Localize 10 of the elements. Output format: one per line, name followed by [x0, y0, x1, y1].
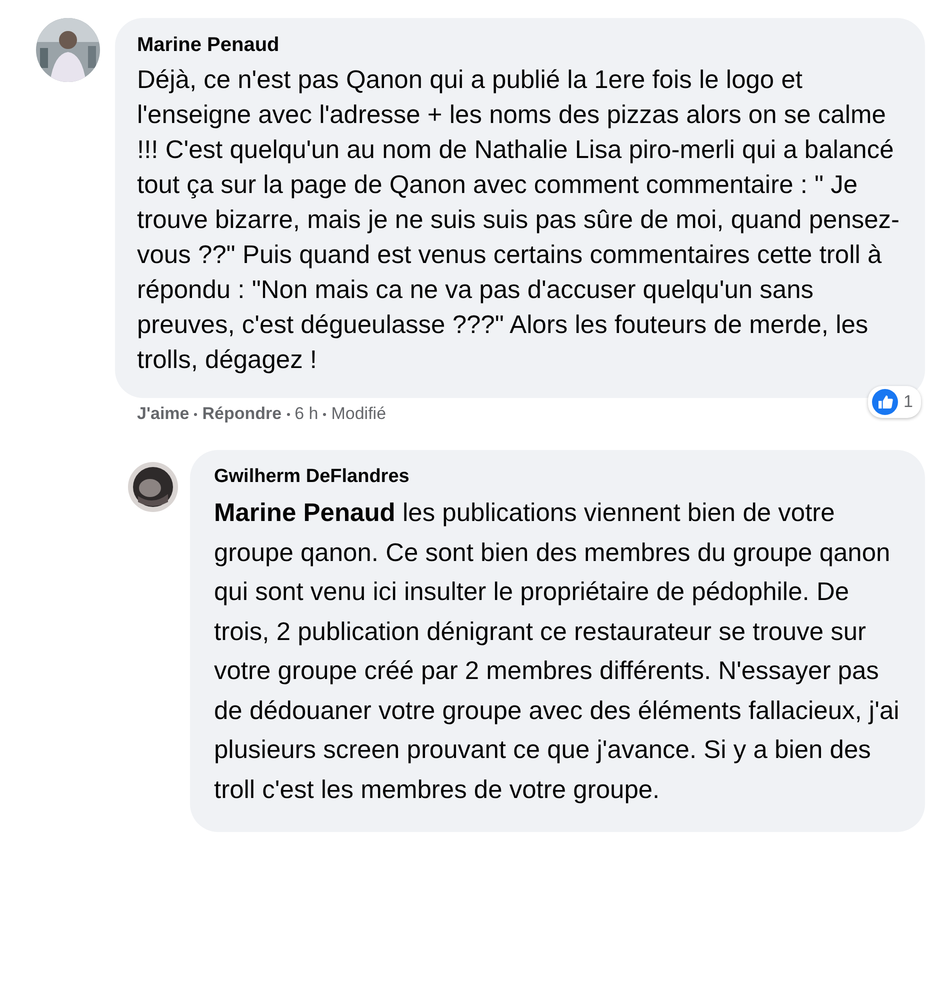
comment-text: Marine Penaud les publications viennent bien de votre groupe qanon. Ce sont bien des membres du groupe qanon qui sont venu ici insulter le propriétaire de pédophile. De trois, 2 publication dénigrant ce restaurateur se trouve sur votre groupe créé par 2 membres différents. N'essayer pas de dédouaner votre groupe avec des éléments fallacieux, j'ai plusieurs screen prouvant ce que j'avance. Si y a bien des troll c'est les membres de votre groupe.: [214, 498, 900, 806]
action-link[interactable]: Répondre: [202, 404, 282, 424]
action-link[interactable]: J'aime: [137, 404, 190, 424]
edited-label: Modifié: [331, 404, 386, 424]
reaction-badge[interactable]: 1: [868, 386, 921, 418]
like-icon: [872, 389, 898, 415]
comment-text: Déjà, ce n'est pas Qanon qui a publié la 1ere fois le logo et l'enseigne avec l'adresse + les noms des pizzas alors on se calme !!! C'est quelqu'un au nom de Nathalie Lisa piro-merli qui a balancé tout ça sur la page de Qanon avec comment commentaire : " Je trouve bizarre, mais je ne suis suis pas sûre de moi, quand pensez-vous ??" Puis quand est venus certains commentaires cette troll à répondu : "Non mais ca ne va pas d'accuser quelqu'un sans preuves, c'est dégueulasse ???" Alors les fouteurs de merde, les trolls, dégagez !: [137, 65, 901, 376]
author-name[interactable]: Gwilherm DeFlandres: [214, 466, 410, 488]
timestamp: 6 h: [294, 404, 318, 424]
author-name[interactable]: Marine Penaud: [137, 34, 280, 57]
